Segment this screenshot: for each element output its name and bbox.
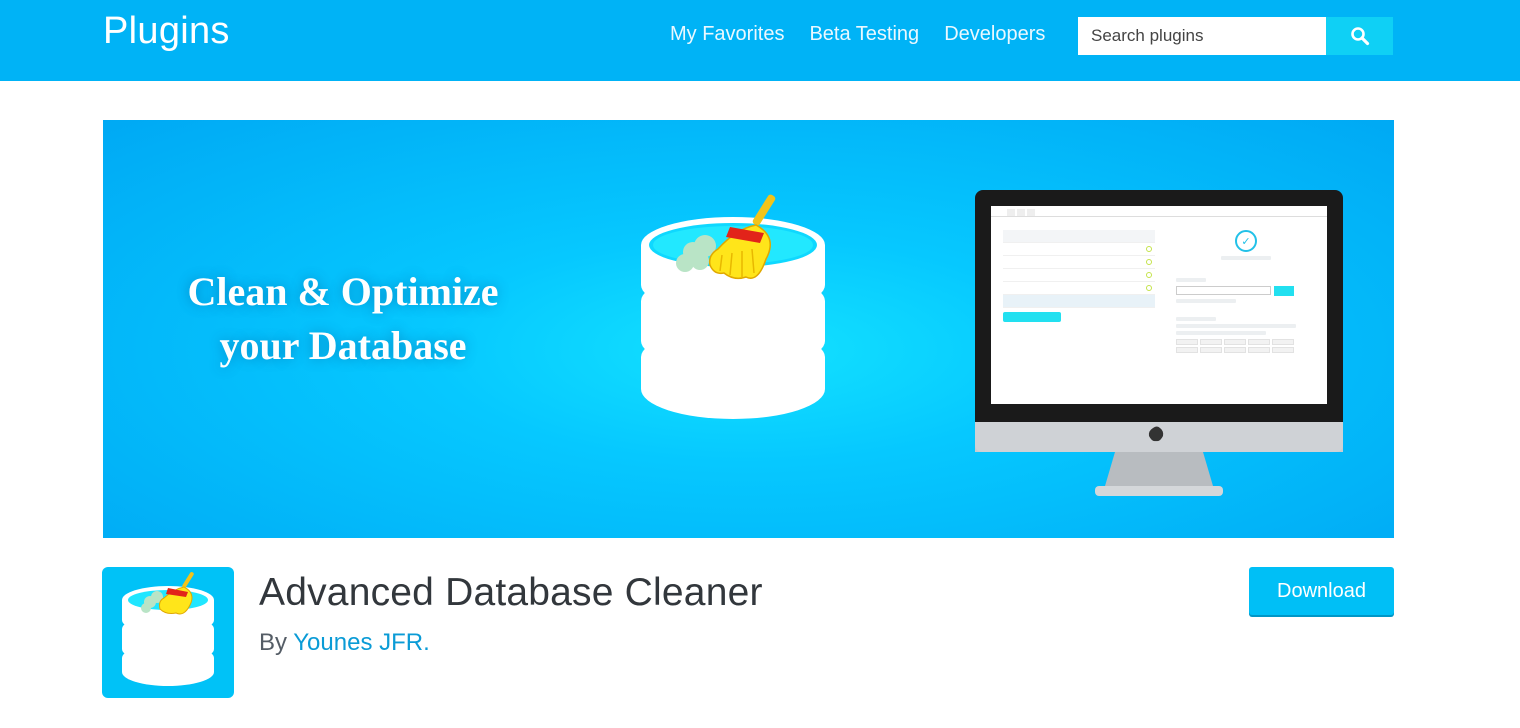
mini-row: [1003, 256, 1155, 269]
header-nav: My Favorites Beta Testing Developers: [670, 22, 1045, 46]
banner-headline-line1: Clean & Optimize: [187, 269, 499, 314]
search-form: [1078, 17, 1393, 55]
check-circle-icon: ✓: [1235, 230, 1257, 252]
mini-row: [1003, 269, 1155, 282]
mini-row: [1003, 295, 1155, 308]
mini-button: [1003, 312, 1061, 322]
database-broom-icon: [122, 572, 214, 686]
plugin-screenshot: ✓: [991, 206, 1327, 404]
banner-headline-line2: your Database: [219, 323, 467, 368]
mini-tab: [997, 209, 1005, 216]
search-icon: [1350, 27, 1369, 46]
nav-my-favorites[interactable]: My Favorites: [670, 22, 784, 46]
nav-beta-testing[interactable]: Beta Testing: [809, 22, 919, 46]
plugin-icon: [102, 567, 234, 698]
download-button[interactable]: Download: [1249, 567, 1394, 615]
mini-tabs: [991, 206, 1327, 217]
plugin-title: Advanced Database Cleaner: [259, 571, 763, 614]
mini-row: [1003, 282, 1155, 295]
mini-tab: [1007, 209, 1015, 216]
nav-developers[interactable]: Developers: [944, 22, 1045, 46]
site-header: Plugins My Favorites Beta Testing Develo…: [0, 0, 1520, 81]
search-button[interactable]: [1326, 17, 1393, 55]
plugin-banner: Clean & Optimize your Database ✓: [103, 120, 1394, 538]
byline-prefix: By: [259, 629, 288, 656]
author-link[interactable]: Younes JFR.: [293, 629, 430, 656]
mini-side-panel: ✓: [1176, 226, 1316, 353]
mini-tab: [1017, 209, 1025, 216]
mini-chips: [1176, 339, 1316, 353]
database-broom-icon: [641, 194, 825, 419]
search-input[interactable]: [1078, 17, 1326, 55]
site-brand[interactable]: Plugins: [103, 10, 230, 53]
mini-select: [1176, 286, 1316, 296]
plugin-byline: By Younes JFR.: [259, 629, 430, 657]
banner-headline: Clean & Optimize your Database: [148, 265, 538, 373]
mini-row: [1003, 243, 1155, 256]
mini-row: [1003, 230, 1155, 243]
mini-table: [1003, 230, 1155, 308]
mini-tab: [1027, 209, 1035, 216]
